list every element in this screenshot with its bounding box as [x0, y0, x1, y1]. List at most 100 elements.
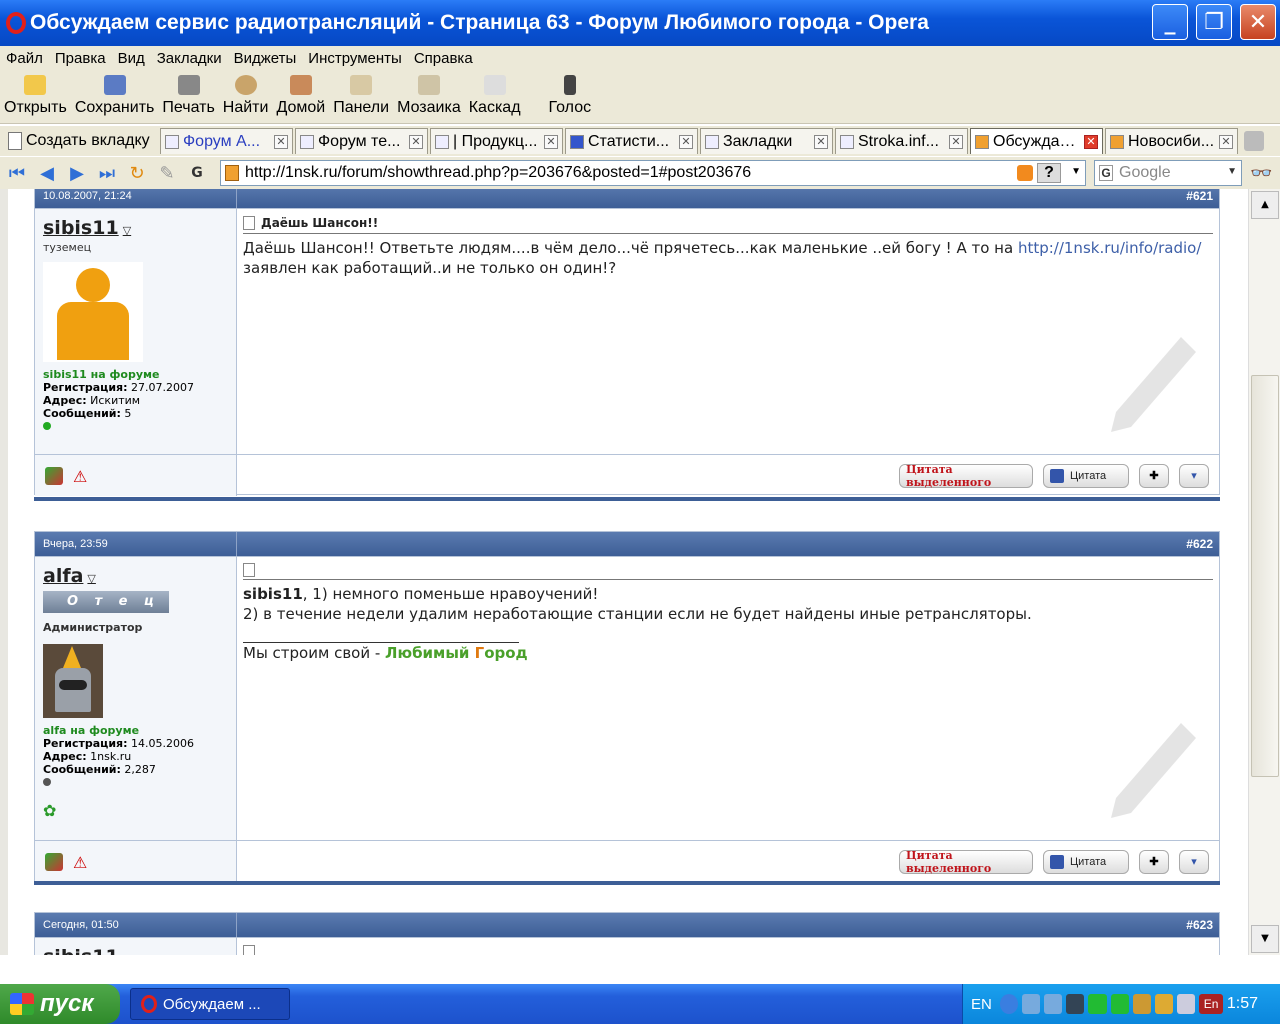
- tab-close-icon[interactable]: ✕: [1219, 134, 1233, 149]
- tab-close-icon[interactable]: ✕: [409, 134, 423, 149]
- tab-close-icon[interactable]: ✕: [1084, 134, 1098, 149]
- vertical-scrollbar[interactable]: ▲ ▼: [1248, 189, 1280, 955]
- cascade-button[interactable]: Каскад: [465, 75, 525, 123]
- multiquote-button[interactable]: ✚: [1139, 463, 1169, 488]
- post-number[interactable]: #621: [237, 189, 1219, 203]
- tab-5[interactable]: Закладки ✕: [700, 128, 833, 154]
- user-icon[interactable]: [1066, 994, 1085, 1014]
- tab-8[interactable]: Новосиби... ✕: [1105, 128, 1238, 154]
- username[interactable]: sibis11 ▽: [43, 217, 228, 239]
- multiquote-button[interactable]: ✚: [1139, 849, 1169, 874]
- glasses-icon[interactable]: 👓: [1250, 163, 1272, 184]
- message-title: Даёшь Шансон!!: [243, 215, 1213, 234]
- tab-1[interactable]: Форум А... ✕: [160, 128, 293, 154]
- user-menu-arrow-icon: ▽: [87, 572, 96, 585]
- security-tray-icon[interactable]: [1177, 994, 1196, 1014]
- username[interactable]: sibis11: [43, 946, 228, 955]
- quick-reply-button[interactable]: ▾: [1179, 849, 1209, 874]
- quote-button[interactable]: Цитата: [1043, 463, 1129, 488]
- start-button[interactable]: пуск: [0, 984, 120, 1024]
- taskbar-opera-window[interactable]: Обсуждаем ...: [130, 988, 290, 1020]
- trash-icon[interactable]: [1244, 131, 1264, 151]
- tab-6[interactable]: Stroka.inf... ✕: [835, 128, 968, 154]
- messages-info: Сообщений: 2,287: [43, 763, 156, 776]
- network-icon-2[interactable]: [1044, 994, 1063, 1014]
- forward-icon[interactable]: ▶: [64, 162, 90, 184]
- chat-tray-icon[interactable]: [1110, 994, 1129, 1014]
- scroll-thumb[interactable]: [1251, 375, 1279, 777]
- menu-edit[interactable]: Правка: [49, 50, 112, 67]
- username[interactable]: alfa ▽: [43, 565, 228, 587]
- app-tray-icon[interactable]: [1132, 994, 1151, 1014]
- minimize-button[interactable]: _: [1152, 4, 1188, 40]
- dropdown-arrow-icon[interactable]: ▼: [1071, 166, 1081, 177]
- tray-arrow-icon[interactable]: [999, 994, 1018, 1014]
- tab-3[interactable]: | Продукц... ✕: [430, 128, 563, 154]
- network-icon[interactable]: [1022, 994, 1041, 1014]
- menu-bookmarks[interactable]: Закладки: [151, 50, 228, 67]
- quote-button[interactable]: Цитата: [1043, 849, 1129, 874]
- google-icon[interactable]: G: [184, 162, 210, 184]
- open-button[interactable]: Открыть: [0, 75, 71, 123]
- quote-selected-button[interactable]: Цитата выделенного: [899, 463, 1033, 489]
- tile-button[interactable]: Мозаика: [393, 75, 465, 123]
- tab-close-icon[interactable]: ✕: [274, 134, 288, 149]
- close-button[interactable]: ✕: [1240, 4, 1276, 40]
- new-tab-button[interactable]: Создать вкладку: [0, 132, 160, 150]
- rss-feed-icon[interactable]: [1017, 165, 1033, 181]
- message-pane: [237, 938, 1219, 955]
- save-button[interactable]: Сохранить: [71, 75, 159, 123]
- scroll-down-button[interactable]: ▼: [1251, 925, 1279, 953]
- maximize-button[interactable]: ❐: [1196, 4, 1232, 40]
- post-number[interactable]: #622: [237, 537, 1219, 551]
- post-number[interactable]: #623: [237, 918, 1219, 932]
- quote-selected-button[interactable]: Цитата выделенного: [899, 849, 1033, 875]
- voice-button[interactable]: Голос: [545, 75, 596, 123]
- post-date: 10.08.2007, 21:24: [43, 190, 132, 202]
- message-text: Даёшь Шансон!! Ответьте людям....в чём д…: [243, 239, 1202, 277]
- document-icon: [243, 216, 255, 230]
- icq-tray-icon[interactable]: [1088, 994, 1107, 1014]
- reload-icon[interactable]: ↻: [124, 162, 150, 184]
- side-panel-strip[interactable]: [0, 189, 8, 955]
- back-icon[interactable]: ◀: [34, 162, 60, 184]
- language-indicator[interactable]: EN: [963, 996, 1000, 1013]
- print-button[interactable]: Печать: [158, 75, 218, 123]
- tab-close-icon[interactable]: ✕: [949, 134, 963, 149]
- panels-button[interactable]: Панели: [329, 75, 393, 123]
- tab-close-icon[interactable]: ✕: [544, 134, 558, 149]
- menu-view[interactable]: Вид: [112, 50, 151, 67]
- tab-close-icon[interactable]: ✕: [814, 134, 828, 149]
- rewind-icon[interactable]: ⏮: [4, 162, 30, 184]
- home-button[interactable]: Домой: [272, 75, 329, 123]
- radio-link[interactable]: http://1nsk.ru/info/radio/: [1018, 239, 1201, 257]
- weather-tray-icon[interactable]: [1154, 994, 1174, 1014]
- tab-4[interactable]: Статисти... ✕: [565, 128, 698, 154]
- post-header: Сегодня, 01:50 #623: [35, 913, 1219, 937]
- offline-dot-icon: [43, 778, 51, 786]
- help-icon[interactable]: ?: [1037, 163, 1061, 183]
- menu-file[interactable]: Файл: [0, 50, 49, 67]
- scroll-up-button[interactable]: ▲: [1251, 191, 1279, 219]
- reputation-icon[interactable]: [45, 852, 63, 871]
- search-field[interactable]: G Google ▼: [1094, 160, 1242, 186]
- dropdown-arrow-icon[interactable]: ▼: [1227, 166, 1237, 177]
- find-button[interactable]: Найти: [219, 75, 273, 123]
- report-warning-icon[interactable]: ⚠: [73, 467, 91, 486]
- icq-icon[interactable]: ✿: [43, 801, 228, 820]
- signature-link[interactable]: Любимый Город: [385, 644, 528, 662]
- fast-forward-icon[interactable]: ⏭: [94, 162, 120, 184]
- menu-help[interactable]: Справка: [408, 50, 479, 67]
- post-separator: [34, 881, 1220, 885]
- menu-tools[interactable]: Инструменты: [302, 50, 408, 67]
- quick-reply-button[interactable]: ▾: [1179, 463, 1209, 488]
- address-field[interactable]: http://1nsk.ru/forum/showthread.php?p=20…: [220, 160, 1086, 186]
- reputation-icon[interactable]: [45, 466, 63, 485]
- keyboard-layout[interactable]: En: [1199, 994, 1223, 1014]
- report-warning-icon[interactable]: ⚠: [73, 853, 91, 872]
- tab-close-icon[interactable]: ✕: [679, 134, 693, 149]
- tab-2[interactable]: Форум те... ✕: [295, 128, 428, 154]
- tab-7-active[interactable]: Обсуждае... ✕: [970, 128, 1103, 154]
- menu-widgets[interactable]: Виджеты: [228, 50, 303, 67]
- edit-icon[interactable]: ✎: [154, 162, 180, 184]
